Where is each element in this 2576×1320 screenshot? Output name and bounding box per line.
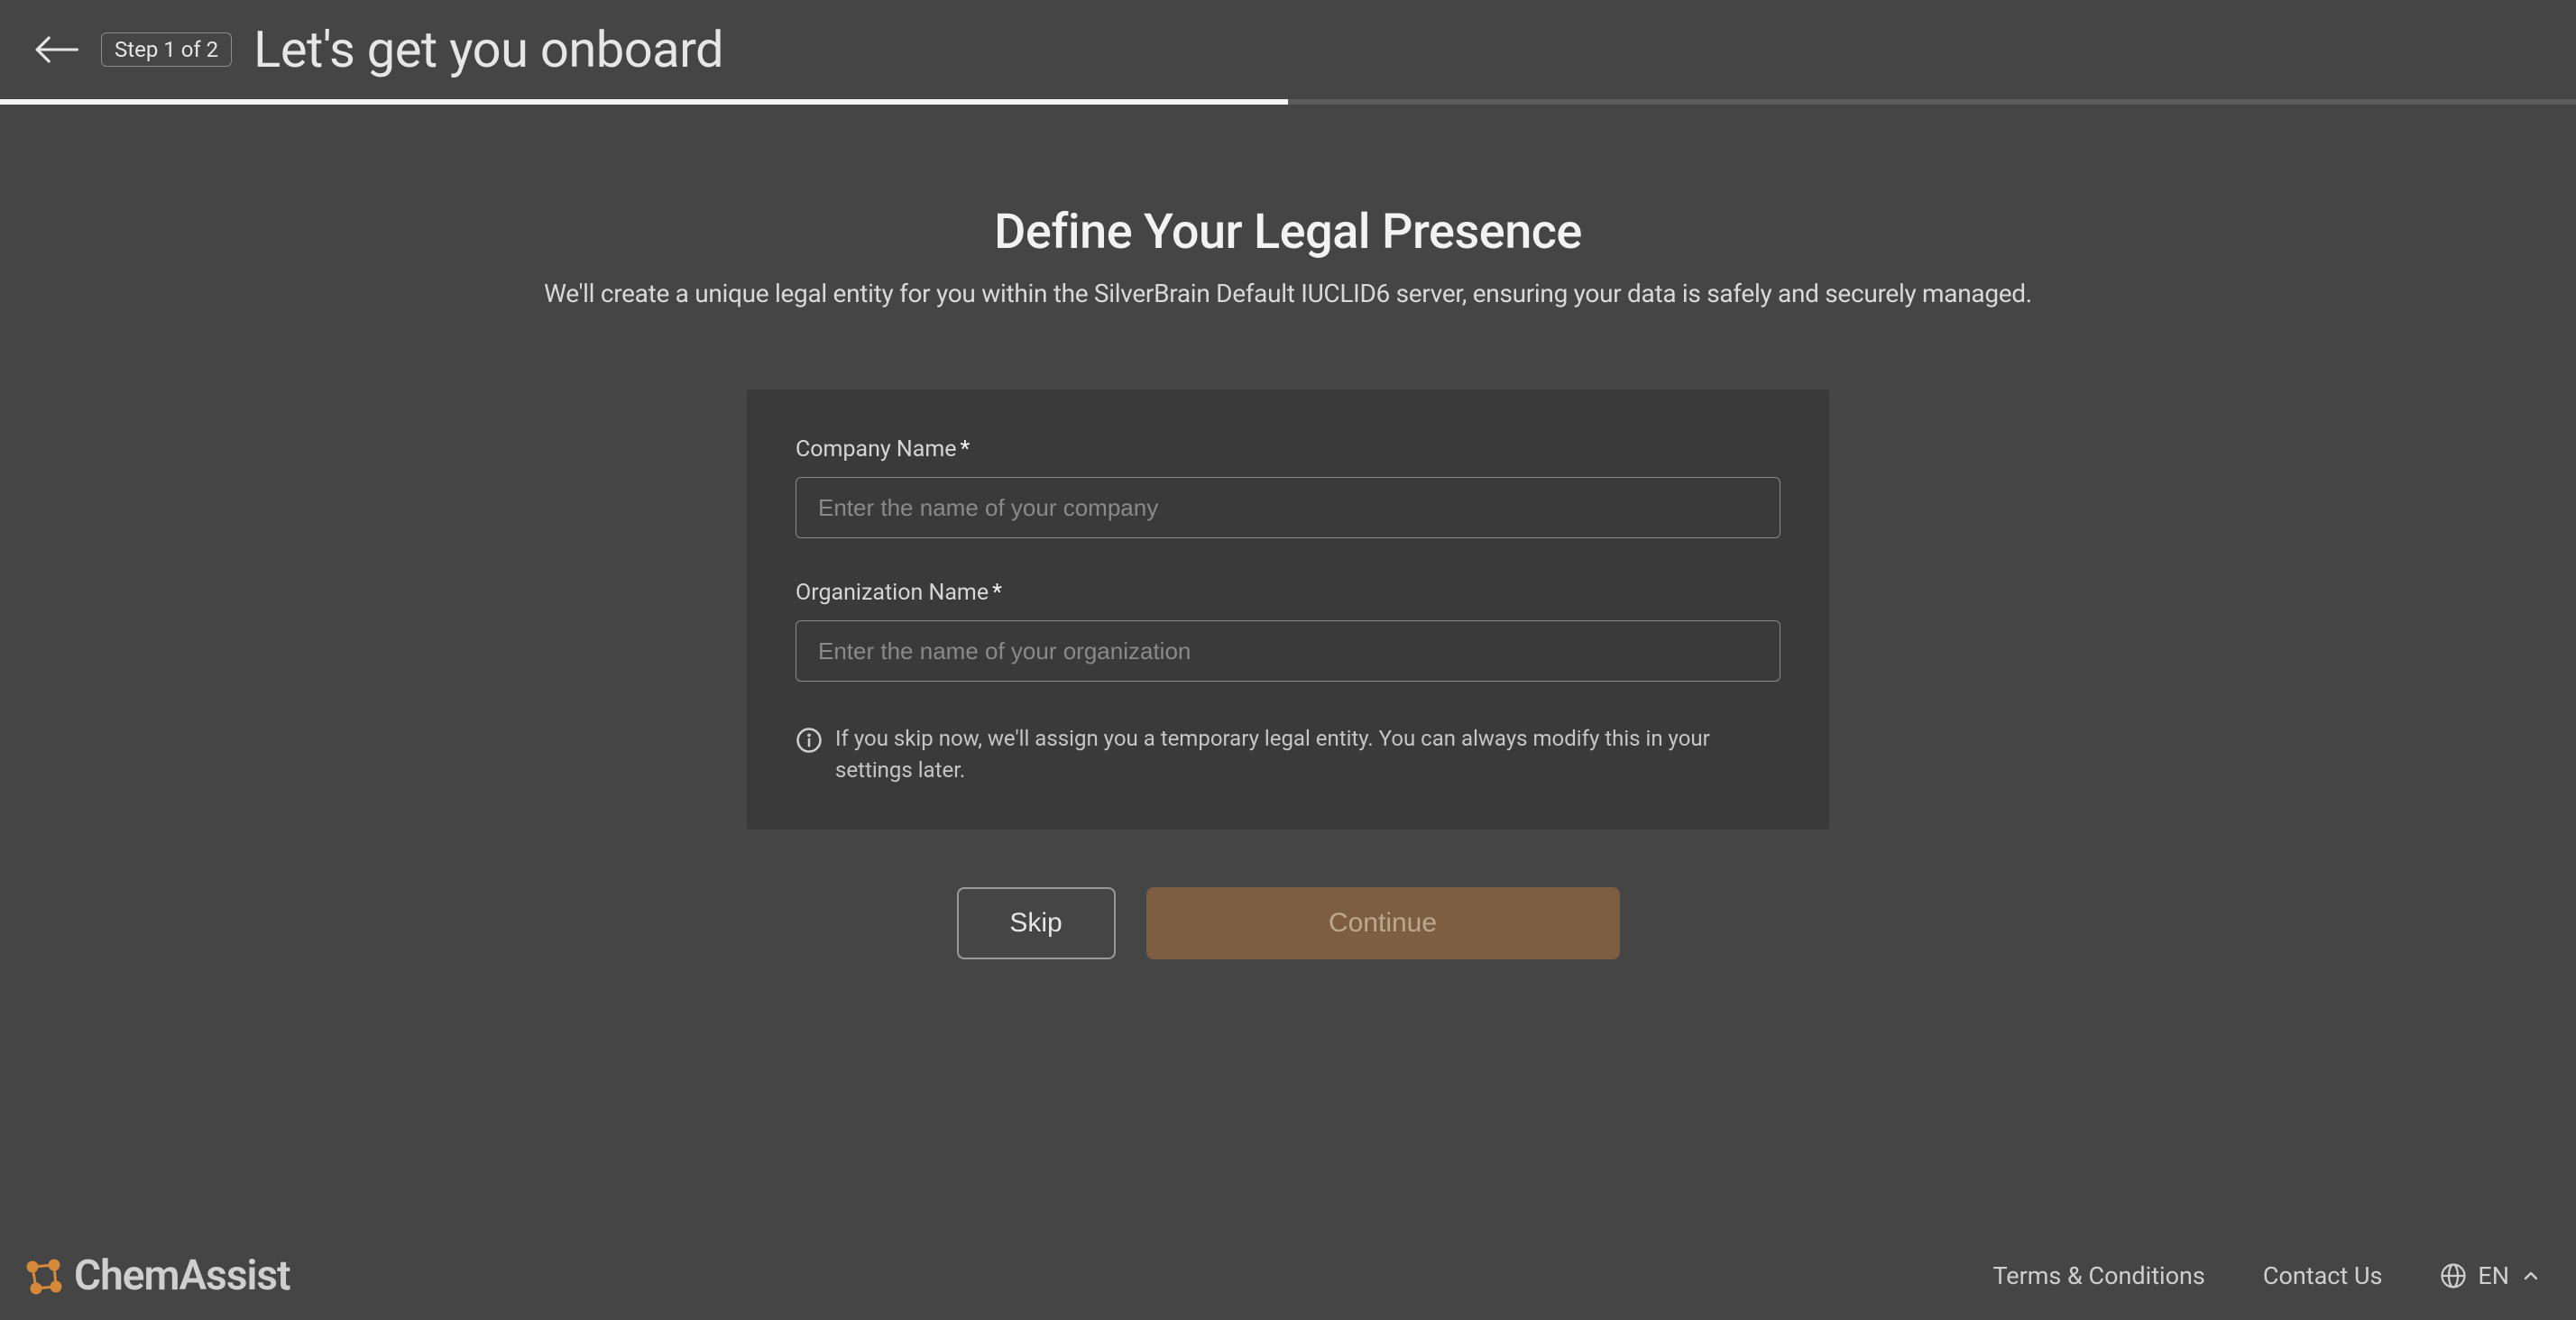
- required-marker: *: [992, 580, 1002, 606]
- footer: ChemAssist Terms & Conditions Contact Us…: [0, 1251, 2576, 1320]
- chevron-up-icon: [2520, 1265, 2542, 1287]
- continue-button[interactable]: Continue: [1146, 887, 1620, 959]
- page-subtitle: We'll create a unique legal entity for y…: [544, 279, 2032, 308]
- required-marker: *: [961, 436, 971, 463]
- organization-name-group: Organization Name*: [796, 580, 1780, 682]
- brand: ChemAssist: [22, 1251, 290, 1300]
- action-buttons: Skip Continue: [957, 887, 1620, 959]
- footer-links: Terms & Conditions Contact Us EN: [1992, 1261, 2542, 1290]
- terms-link[interactable]: Terms & Conditions: [1992, 1261, 2204, 1290]
- progress-bar: [0, 99, 2576, 105]
- company-name-group: Company Name*: [796, 436, 1780, 538]
- organization-name-label: Organization Name*: [796, 580, 1780, 606]
- company-name-input[interactable]: [796, 477, 1780, 538]
- brand-name: ChemAssist: [74, 1251, 290, 1300]
- brand-logo-icon: [22, 1254, 65, 1297]
- language-label: EN: [2478, 1261, 2509, 1290]
- back-arrow-button[interactable]: [32, 32, 79, 68]
- progress-fill: [0, 99, 1288, 105]
- organization-name-label-text: Organization Name: [796, 580, 989, 606]
- main-content: Define Your Legal Presence We'll create …: [0, 105, 2576, 1251]
- company-name-label: Company Name*: [796, 436, 1780, 463]
- skip-hint-text: If you skip now, we'll assign you a temp…: [835, 723, 1780, 786]
- skip-hint: If you skip now, we'll assign you a temp…: [796, 723, 1780, 786]
- onboarding-header: Step 1 of 2 Let's get you onboard: [0, 0, 2576, 99]
- contact-link[interactable]: Contact Us: [2263, 1261, 2383, 1290]
- company-name-label-text: Company Name: [796, 436, 957, 463]
- onboarding-title: Let's get you onboard: [253, 20, 723, 79]
- language-picker[interactable]: EN: [2440, 1261, 2542, 1290]
- organization-name-input[interactable]: [796, 620, 1780, 682]
- legal-entity-form: Company Name* Organization Name* If you …: [747, 390, 1829, 830]
- arrow-left-icon: [32, 32, 79, 68]
- globe-icon: [2440, 1262, 2467, 1289]
- step-badge: Step 1 of 2: [101, 32, 232, 67]
- info-icon: [796, 727, 823, 754]
- page-heading: Define Your Legal Presence: [994, 204, 1582, 261]
- skip-button[interactable]: Skip: [957, 887, 1116, 959]
